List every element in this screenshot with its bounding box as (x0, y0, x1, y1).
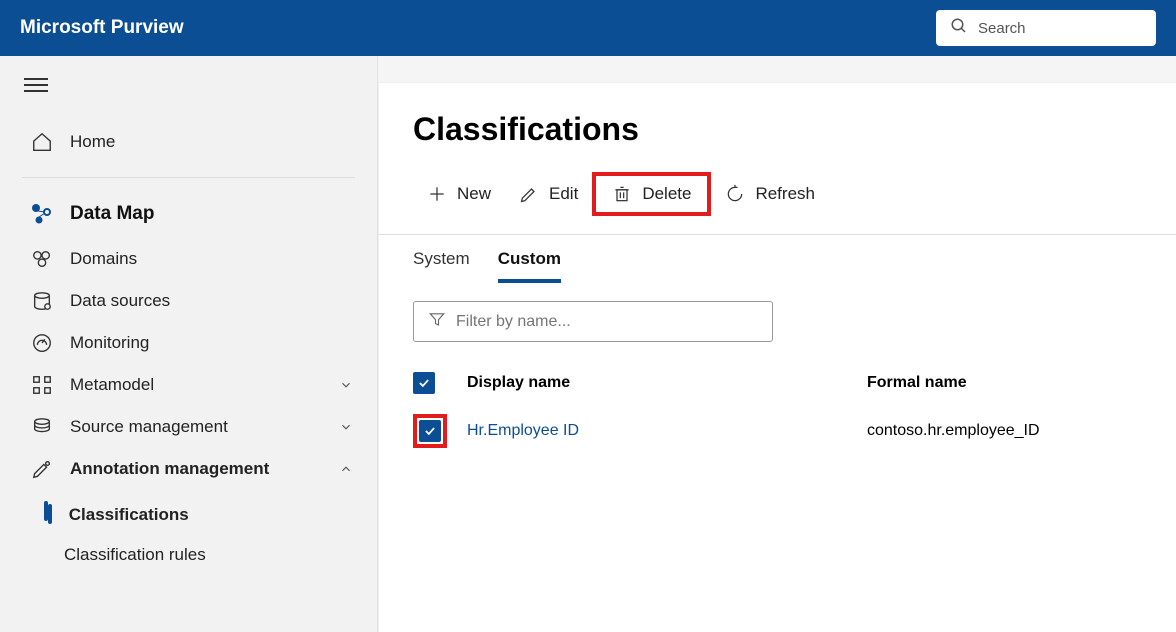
search-input[interactable] (978, 20, 1142, 37)
hamburger-button[interactable] (0, 74, 377, 119)
new-button[interactable]: New (413, 176, 505, 212)
main-panel: Classifications New Edit Delete (378, 82, 1176, 632)
sidebar-item-label: Monitoring (70, 333, 149, 353)
sidebar-leaf-classification-rules[interactable]: Classification rules (0, 535, 377, 575)
source-management-icon (28, 416, 56, 438)
hamburger-icon (24, 74, 48, 96)
sidebar-leaf-classifications[interactable]: Classifications (0, 490, 377, 535)
button-label: New (457, 184, 491, 204)
column-header-display[interactable]: Display name (467, 374, 867, 392)
button-label: Edit (549, 184, 578, 204)
edit-button[interactable]: Edit (505, 176, 592, 212)
sidebar-item-label: Metamodel (70, 375, 154, 395)
search-icon (950, 17, 968, 40)
plus-icon (427, 184, 447, 204)
chevron-up-icon (339, 462, 353, 476)
sidebar-item-label: Source management (70, 417, 228, 437)
sidebar-item-source-management[interactable]: Source management (0, 406, 377, 448)
sidebar-section-data-map[interactable]: Data Map (0, 190, 377, 238)
button-label: Delete (642, 184, 691, 204)
row-formal-text: contoso.hr.employee_ID (867, 422, 1040, 439)
sidebar-section-label: Data Map (70, 203, 154, 225)
sidebar-item-metamodel[interactable]: Metamodel (0, 364, 377, 406)
table-row: Hr.Employee ID contoso.hr.employee_ID (413, 404, 1142, 458)
column-header-formal[interactable]: Formal name (867, 374, 1142, 392)
top-bar: Microsoft Purview (0, 0, 1176, 56)
app-title: Microsoft Purview (20, 17, 184, 39)
filter-box[interactable] (413, 301, 773, 342)
monitoring-icon (28, 332, 56, 354)
sidebar-item-home[interactable]: Home (0, 119, 377, 165)
delete-highlight: Delete (592, 172, 711, 216)
select-all-checkbox[interactable] (413, 372, 435, 394)
trash-icon (612, 184, 632, 204)
page-title: Classifications (379, 111, 1176, 172)
row-checkbox-highlight (413, 414, 447, 448)
row-checkbox[interactable] (419, 420, 441, 442)
home-icon (28, 131, 56, 153)
sidebar-leaf-label: Classifications (69, 505, 189, 524)
metamodel-icon (28, 374, 56, 396)
toolbar: New Edit Delete Refre (379, 172, 1176, 235)
divider (22, 177, 355, 178)
delete-button[interactable]: Delete (604, 182, 699, 206)
sidebar-item-label: Annotation management (70, 459, 269, 479)
table-header: Display name Formal name (413, 362, 1142, 404)
chevron-down-icon (339, 378, 353, 392)
domains-icon (28, 248, 56, 270)
filter-icon (428, 310, 446, 333)
sidebar-item-monitoring[interactable]: Monitoring (0, 322, 377, 364)
tabs: System Custom (379, 235, 1176, 283)
sidebar-item-domains[interactable]: Domains (0, 238, 377, 280)
pencil-icon (519, 184, 539, 204)
workspace: Home Data Map Domains (0, 56, 1176, 632)
button-label: Refresh (755, 184, 815, 204)
refresh-button[interactable]: Refresh (711, 176, 829, 212)
data-map-icon (28, 202, 56, 226)
refresh-icon (725, 184, 745, 204)
annotation-management-icon (28, 458, 56, 480)
sidebar-item-label: Domains (70, 249, 137, 269)
data-sources-icon (28, 290, 56, 312)
sidebar: Home Data Map Domains (0, 56, 378, 632)
chevron-down-icon (339, 420, 353, 434)
row-display-link[interactable]: Hr.Employee ID (467, 422, 579, 439)
sidebar-item-data-sources[interactable]: Data sources (0, 280, 377, 322)
sidebar-item-annotation-management[interactable]: Annotation management (0, 448, 377, 490)
classifications-table: Display name Formal name Hr.Employee ID … (379, 352, 1176, 468)
tab-system[interactable]: System (413, 249, 470, 283)
sidebar-leaf-label: Classification rules (64, 545, 206, 564)
sidebar-item-label: Home (70, 132, 115, 152)
sidebar-item-label: Data sources (70, 291, 170, 311)
search-box[interactable] (936, 10, 1156, 46)
tab-custom[interactable]: Custom (498, 249, 561, 283)
filter-input[interactable] (456, 313, 758, 331)
